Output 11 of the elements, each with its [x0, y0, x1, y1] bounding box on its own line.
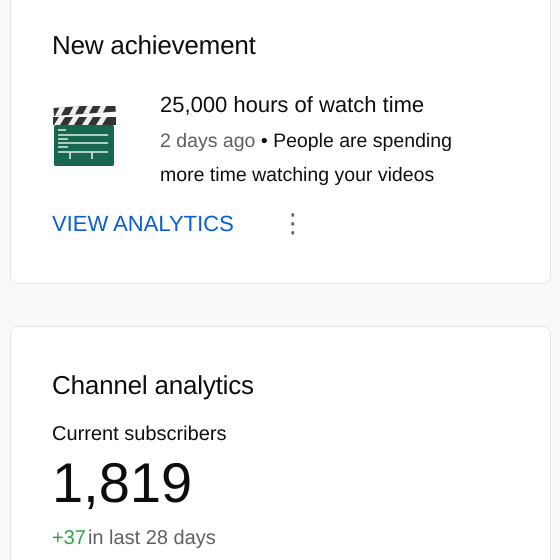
- change-period: in last 28 days: [88, 527, 216, 549]
- subscriber-count: 1,819: [52, 450, 194, 516]
- metric-label: Current subscribers: [52, 422, 228, 447]
- change-value: +37: [52, 527, 86, 549]
- view-analytics-link[interactable]: VIEW ANALYTICS: [52, 209, 234, 239]
- achievement-description: 2 days ago • People are spending more time watching your videos: [160, 129, 453, 188]
- card-title: New achievement: [52, 29, 257, 62]
- card-title: Channel analytics: [52, 369, 255, 402]
- achievement-title: 25,000 hours of watch time: [160, 91, 426, 119]
- clapperboard-icon: [52, 106, 116, 168]
- more-menu-button[interactable]: ⋮: [274, 209, 312, 239]
